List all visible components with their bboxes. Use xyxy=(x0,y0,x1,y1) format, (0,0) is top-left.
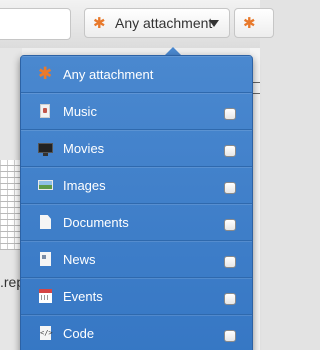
document-icon xyxy=(40,215,51,229)
menu-item-label: News xyxy=(63,252,96,267)
spreadsheet-thumbnail xyxy=(0,160,22,250)
news-checkbox[interactable] xyxy=(224,256,236,268)
menu-item-label: Images xyxy=(63,178,106,193)
attachment-filter-label: Any attachment xyxy=(115,15,213,31)
menu-item-documents[interactable]: Documents xyxy=(21,204,252,241)
asterisk-icon: ✱ xyxy=(243,15,256,32)
menu-item-label: Movies xyxy=(63,141,105,156)
grid-icon xyxy=(252,82,260,94)
documents-checkbox[interactable] xyxy=(224,219,236,231)
events-checkbox[interactable] xyxy=(224,293,236,305)
caret-down-icon xyxy=(209,20,219,27)
monitor-icon xyxy=(38,143,53,156)
calendar-icon xyxy=(39,289,52,303)
music-checkbox[interactable] xyxy=(224,108,236,120)
menu-item-events[interactable]: Events xyxy=(21,278,252,315)
menu-item-label: Events xyxy=(63,289,103,304)
attachment-type-dropdown: ✱ Any attachment Music Movies Images Doc… xyxy=(20,55,253,350)
code-file-icon: </> xyxy=(40,326,53,340)
menu-item-label: Code xyxy=(63,326,95,341)
next-filter-button[interactable]: ✱ xyxy=(234,8,274,38)
menu-item-label: Music xyxy=(63,104,97,119)
code-checkbox[interactable] xyxy=(224,330,236,342)
image-icon xyxy=(38,180,53,190)
menu-item-code[interactable]: </> Code xyxy=(21,315,252,350)
movies-checkbox[interactable] xyxy=(224,145,236,157)
asterisk-icon: ✱ xyxy=(38,64,53,83)
images-checkbox[interactable] xyxy=(224,182,236,194)
menu-item-movies[interactable]: Movies xyxy=(21,130,252,167)
menu-item-any-attachment[interactable]: ✱ Any attachment xyxy=(21,56,252,93)
search-input[interactable] xyxy=(0,8,71,40)
menu-item-news[interactable]: News xyxy=(21,241,252,278)
menu-item-images[interactable]: Images xyxy=(21,167,252,204)
menu-item-music[interactable]: Music xyxy=(21,93,252,130)
asterisk-icon: ✱ xyxy=(93,14,106,32)
menu-item-label: Documents xyxy=(63,215,129,230)
attachment-filter-button[interactable]: ✱ Any attachment xyxy=(84,8,230,38)
menu-item-label: Any attachment xyxy=(63,67,154,82)
newspaper-icon xyxy=(40,252,51,266)
dropdown-pointer xyxy=(165,47,181,55)
music-file-icon xyxy=(40,104,50,118)
